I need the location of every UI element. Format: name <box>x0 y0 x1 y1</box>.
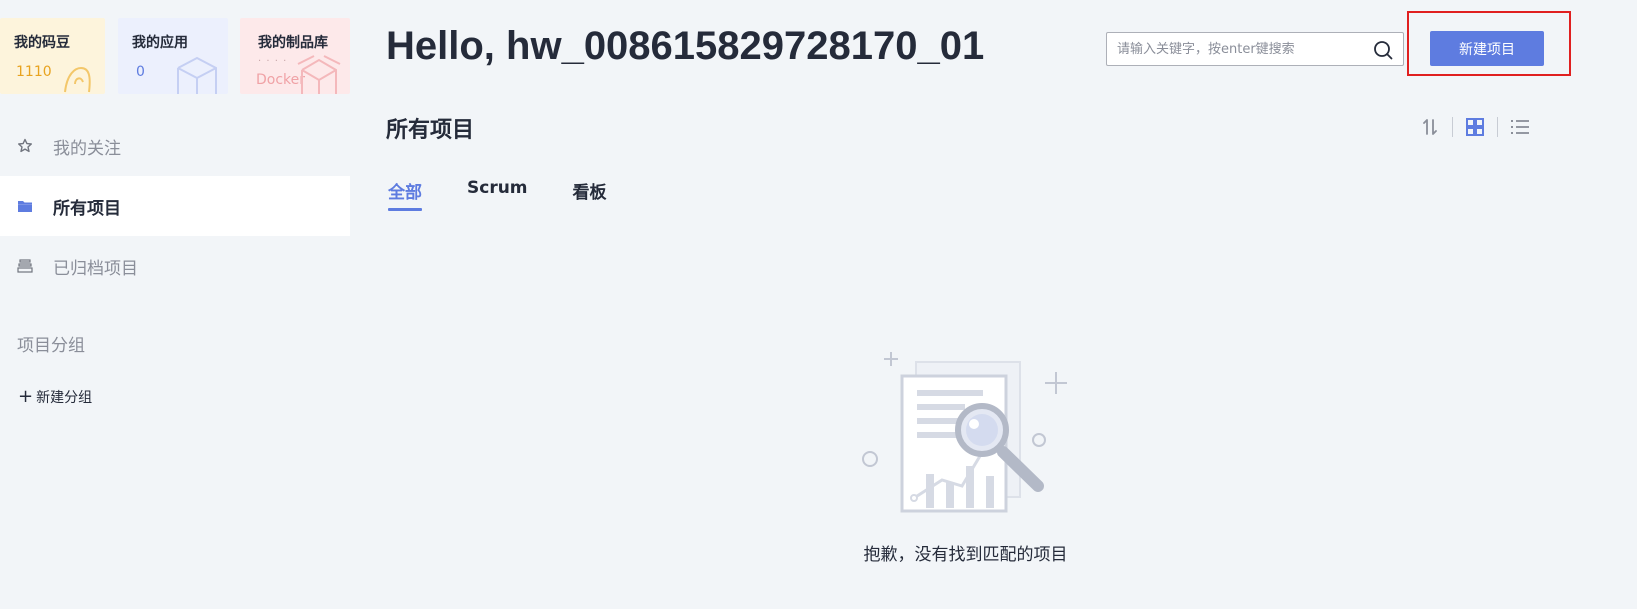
resource-cards: 我的码豆 1110 我的应用 0 我的制品库 · · · · Docker <box>0 18 350 94</box>
archive-icon <box>17 259 33 273</box>
divider <box>1452 117 1453 137</box>
sidebar-item-archived[interactable]: 已归档项目 <box>0 236 350 296</box>
sidebar-item-label: 所有项目 <box>53 198 121 219</box>
view-controls <box>1418 114 1532 140</box>
empty-state-illustration <box>862 352 1067 513</box>
tab-scrum[interactable]: Scrum <box>467 178 528 211</box>
project-type-tabs: 全部 Scrum 看板 <box>388 178 652 211</box>
project-group-title: 项目分组 <box>17 336 85 356</box>
sort-icon <box>1423 119 1437 135</box>
folder-icon <box>18 201 32 212</box>
card-title: 我的码豆 <box>14 35 70 51</box>
card-my-apps[interactable]: 我的应用 0 <box>118 18 228 94</box>
sidebar-nav: 我的关注 所有项目 已归档项目 <box>0 116 350 296</box>
box-icon <box>297 55 341 94</box>
sidebar-item-label: 已归档项目 <box>53 258 138 279</box>
grid-view-button[interactable] <box>1463 115 1487 139</box>
tab-all[interactable]: 全部 <box>388 178 422 211</box>
card-title: 我的应用 <box>132 35 188 51</box>
sidebar-item-favorites[interactable]: 我的关注 <box>0 116 350 176</box>
cube-icon <box>177 56 217 94</box>
list-view-button[interactable] <box>1508 115 1532 139</box>
plus-icon: + <box>18 386 34 407</box>
card-my-beans[interactable]: 我的码豆 1110 <box>0 18 105 94</box>
bean-hand-icon <box>64 66 91 93</box>
add-group-button[interactable]: + 新建分组 <box>18 387 92 407</box>
sidebar-item-label: 我的关注 <box>53 138 121 159</box>
empty-state-message: 抱歉，没有找到匹配的项目 <box>863 545 1068 565</box>
sort-button[interactable] <box>1418 115 1442 139</box>
add-group-label: 新建分组 <box>36 390 93 406</box>
new-project-button[interactable]: 新建项目 <box>1430 31 1544 66</box>
list-view-icon <box>1511 120 1529 134</box>
divider <box>1497 117 1498 137</box>
section-title: 所有项目 <box>386 118 475 143</box>
search-icon[interactable] <box>1373 40 1393 60</box>
tab-kanban[interactable]: 看板 <box>573 178 607 211</box>
grid-view-icon <box>1466 118 1484 136</box>
card-my-artifacts[interactable]: 我的制品库 · · · · Docker <box>240 18 350 94</box>
search-input[interactable] <box>1117 33 1367 65</box>
card-title: 我的制品库 <box>258 35 328 51</box>
card-subtitle: · · · · <box>258 56 288 67</box>
sidebar-item-all-projects[interactable]: 所有项目 <box>0 176 350 236</box>
card-value: 0 <box>136 64 145 80</box>
search-box <box>1106 32 1404 66</box>
star-icon <box>18 138 32 153</box>
card-value: 1110 <box>16 64 52 80</box>
page-title: Hello, hw_008615829728170_01 <box>386 24 985 68</box>
